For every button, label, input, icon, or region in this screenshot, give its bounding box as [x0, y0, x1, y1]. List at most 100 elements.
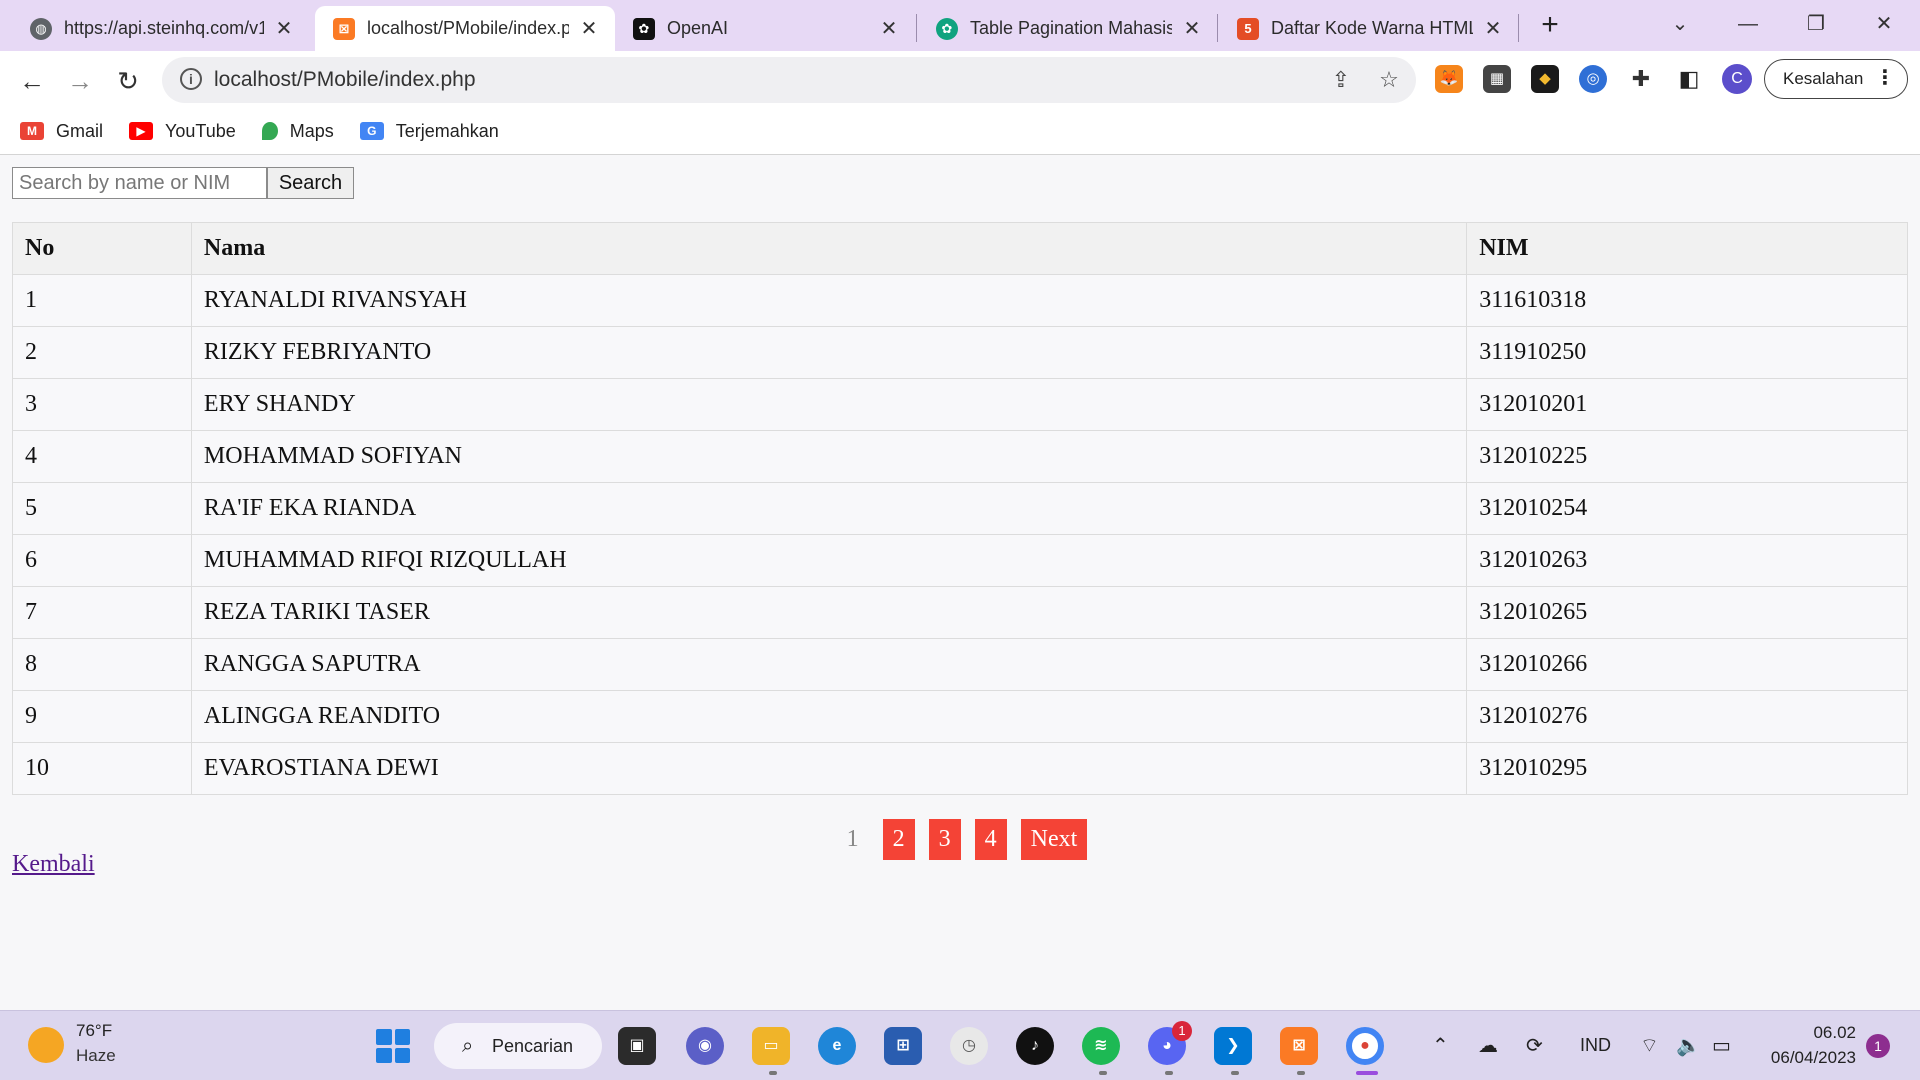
notification-badge[interactable]: 1 [1866, 1034, 1890, 1058]
page-2-link[interactable]: 2 [882, 819, 915, 860]
tab-pmobile[interactable]: ⊠ localhost/PMobile/index.php ✕ [315, 6, 615, 51]
extension-badge-icon[interactable]: ◎ [1579, 65, 1607, 93]
clock-date[interactable]: 06/04/2023 [1754, 1048, 1856, 1068]
table-row: 4 MOHAMMAD SOFIYAN 312010225 [12, 430, 1908, 483]
cell-nim: 311910250 [1466, 326, 1908, 379]
cell-nim: 312010295 [1466, 742, 1908, 795]
tray-overflow-chevron-icon[interactable]: ⌃ [1432, 1033, 1449, 1058]
tab-search-chevron-icon[interactable]: ⌄ [1660, 8, 1700, 40]
table-row: 9 ALINGGA REANDITO 312010276 [12, 690, 1908, 743]
close-window-button[interactable]: ✕ [1864, 8, 1904, 40]
site-info-icon[interactable]: i [180, 68, 202, 90]
tab-steinhq[interactable]: ◍ https://api.steinhq.com/v1 ✕ [12, 6, 310, 51]
address-bar[interactable]: i localhost/PMobile/index.php ⇪ ☆ [162, 57, 1416, 103]
weather-haze-icon[interactable] [28, 1027, 64, 1063]
taskbar-search[interactable]: ⌕ Pencarian [434, 1023, 602, 1069]
sync-icon[interactable]: ⟳ [1526, 1033, 1543, 1058]
cell-nim: 312010263 [1466, 534, 1908, 587]
profile-avatar[interactable]: C [1722, 64, 1752, 94]
cell-nim: 312010225 [1466, 430, 1908, 483]
language-indicator[interactable]: IND [1580, 1035, 1611, 1056]
clock-time[interactable]: 06.02 [1784, 1023, 1856, 1043]
back-button[interactable]: ← [14, 63, 50, 99]
search-button[interactable]: Search [267, 167, 354, 199]
onedrive-cloud-icon[interactable]: ☁ [1478, 1033, 1498, 1058]
page-3-link[interactable]: 3 [928, 819, 961, 860]
error-label: Kesalahan [1783, 69, 1864, 88]
wifi-icon[interactable]: ⌔ [1640, 1033, 1659, 1058]
cell-nama: MUHAMMAD RIFQI RIZQULLAH [190, 534, 1468, 587]
minimize-button[interactable]: — [1728, 8, 1768, 40]
forward-button[interactable]: → [62, 63, 98, 99]
column-header-no: No [12, 222, 192, 275]
file-explorer-icon[interactable]: ▭ [752, 1027, 790, 1065]
cell-nim: 312010254 [1466, 482, 1908, 535]
bookmark-translate[interactable]: G Terjemahkan [359, 121, 499, 142]
windows-taskbar: 76°F Haze ⌕ Pencarian ▣ ◉ ▭ e ⊞ ◷ ♪ ≋ ◕ … [0, 1010, 1920, 1080]
chrome-icon[interactable]: ● [1346, 1027, 1384, 1065]
xampp-icon[interactable]: ⊠ [1280, 1027, 1318, 1065]
tab-kode-warna[interactable]: 5 Daftar Kode Warna HTML ✕ [1219, 6, 1519, 51]
weather-temperature[interactable]: 76°F [76, 1021, 112, 1041]
qr-code-icon[interactable]: ▦ [1483, 65, 1511, 93]
spotify-icon[interactable]: ≋ [1082, 1027, 1120, 1065]
edge-browser-icon[interactable]: e [818, 1027, 856, 1065]
battery-icon[interactable]: ▭ [1712, 1033, 1731, 1058]
teams-chat-icon[interactable]: ◉ [686, 1027, 724, 1065]
start-button[interactable] [376, 1029, 410, 1063]
vscode-icon[interactable]: ❯ [1214, 1027, 1252, 1065]
tab-close-icon[interactable]: ✕ [274, 16, 294, 41]
tab-separator [1518, 14, 1519, 42]
page-content: Search No Nama NIM 1RYANALDI RIVANSYAH31… [0, 156, 1920, 1010]
cell-nim: 312010276 [1466, 690, 1908, 743]
running-indicator [769, 1071, 777, 1075]
restore-button[interactable]: ❐ [1796, 8, 1836, 40]
tab-separator [1217, 14, 1218, 42]
cell-no: 4 [12, 430, 192, 483]
tab-openai[interactable]: ✿ OpenAI ✕ [615, 6, 915, 51]
address-url[interactable]: localhost/PMobile/index.php [214, 57, 476, 103]
clock-app-icon[interactable]: ◷ [950, 1027, 988, 1065]
cell-no: 10 [12, 742, 192, 795]
kembali-link[interactable]: Kembali [12, 851, 95, 878]
next-page-link[interactable]: Next [1020, 819, 1088, 860]
globe-icon: ◍ [30, 17, 52, 40]
reload-button[interactable]: ↻ [110, 63, 146, 99]
tab-close-icon[interactable]: ✕ [1483, 16, 1503, 41]
table-row: 7 REZA TARIKI TASER 312010265 [12, 586, 1908, 639]
table-row: 3 ERY SHANDY 312010201 [12, 378, 1908, 431]
youtube-icon: ▶ [129, 122, 154, 140]
page-4-link[interactable]: 4 [974, 819, 1007, 860]
extensions-puzzle-icon[interactable]: ✚ [1627, 65, 1655, 93]
tab-separator [916, 14, 917, 42]
tab-close-icon[interactable]: ✕ [579, 16, 599, 41]
cell-nim: 312010201 [1466, 378, 1908, 431]
task-view-icon[interactable]: ▣ [618, 1027, 656, 1065]
bookmark-star-icon[interactable]: ☆ [1376, 67, 1402, 93]
tab-close-icon[interactable]: ✕ [1182, 16, 1202, 41]
new-tab-button[interactable]: + [1534, 10, 1566, 42]
table-row: 5 RA'IF EKA RIANDA 312010254 [12, 482, 1908, 535]
bookmark-youtube[interactable]: ▶ YouTube [129, 121, 236, 142]
share-icon[interactable]: ⇪ [1328, 67, 1354, 93]
tab-table-pagination[interactable]: ✿ Table Pagination Mahasiswa ✕ [918, 6, 1218, 51]
openai-icon: ✿ [633, 17, 655, 40]
table-row: 8 RANGGA SAPUTRA 312010266 [12, 638, 1908, 691]
bookmark-maps[interactable]: Maps [261, 121, 334, 142]
bookmark-gmail[interactable]: M Gmail [20, 121, 103, 142]
volume-icon[interactable]: 🔈 [1676, 1033, 1701, 1058]
running-indicator [1099, 1071, 1107, 1075]
cell-no: 9 [12, 690, 192, 743]
side-panel-icon[interactable]: ◧ [1675, 65, 1703, 93]
tiktok-icon[interactable]: ♪ [1016, 1027, 1054, 1065]
error-button[interactable]: Kesalahan ⋮ [1764, 59, 1908, 99]
binance-wallet-icon[interactable]: ◆ [1531, 65, 1559, 93]
weather-condition[interactable]: Haze [76, 1046, 116, 1066]
column-header-nim: NIM [1466, 222, 1908, 275]
browser-tab-bar: ◍ https://api.steinhq.com/v1 ✕ ⊠ localho… [0, 0, 1920, 51]
microsoft-store-icon[interactable]: ⊞ [884, 1027, 922, 1065]
search-input[interactable] [12, 167, 267, 199]
metamask-icon[interactable]: 🦊 [1435, 65, 1463, 93]
cell-nama: RA'IF EKA RIANDA [190, 482, 1468, 535]
tab-close-icon[interactable]: ✕ [879, 16, 899, 41]
